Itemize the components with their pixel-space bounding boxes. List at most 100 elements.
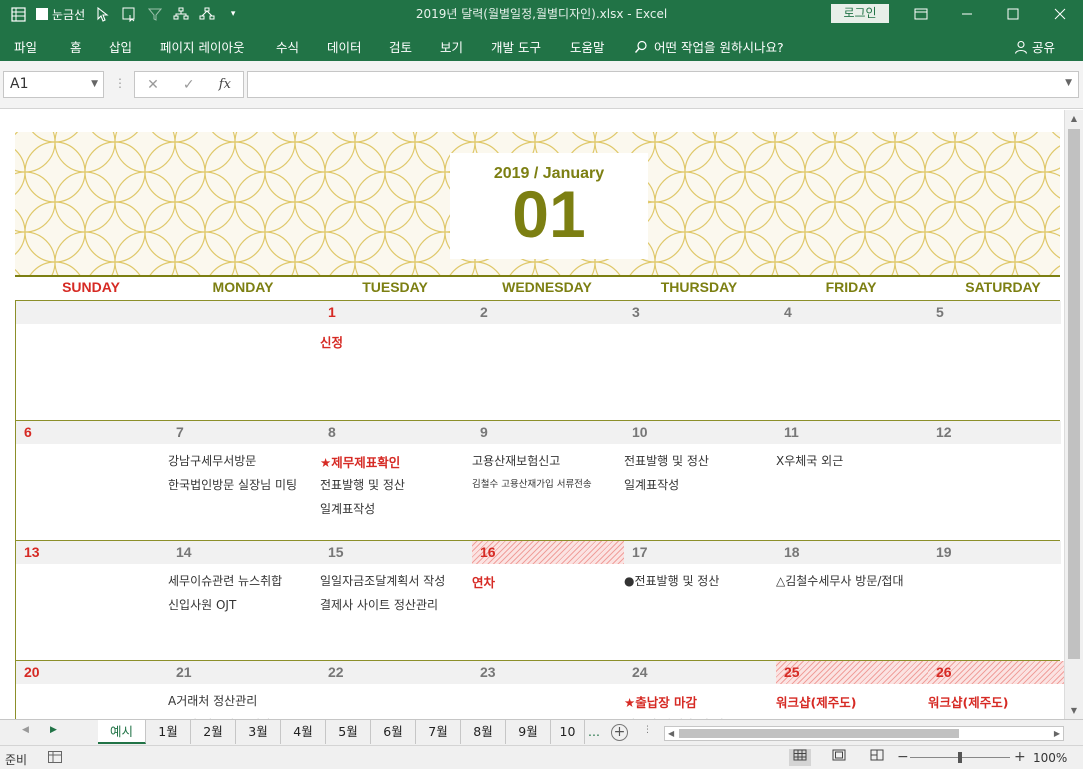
tab-insert[interactable]: 삽입 — [109, 37, 132, 56]
org-chart-icon[interactable] — [173, 6, 189, 22]
vertical-scroll-thumb[interactable] — [1068, 129, 1080, 659]
calendar-day-cell[interactable]: 11 X우체국 외근 — [776, 421, 928, 541]
calendar-day-cell[interactable]: 10 전표발행 및 정산 일계표작성 — [624, 421, 776, 541]
gridlines-toggle[interactable]: 눈금선 — [36, 6, 85, 23]
tab-page-layout[interactable]: 페이지 레이아웃 — [160, 37, 244, 56]
calendar-day-cell[interactable]: 12 — [928, 421, 1064, 541]
sheet-tab[interactable]: 3월 — [236, 720, 281, 744]
calendar-event[interactable]: 한국법인방문 실장님 미팅 — [168, 476, 320, 493]
sheet-tab[interactable]: 7월 — [416, 720, 461, 744]
scroll-right-icon[interactable]: ▶ — [1054, 727, 1060, 740]
tab-review[interactable]: 검토 — [389, 37, 412, 56]
tab-data[interactable]: 데이터 — [327, 37, 362, 56]
zoom-slider-knob[interactable] — [958, 752, 962, 763]
calendar-day-cell[interactable]: 8 ★제무제표확인 전표발행 및 정산 일계표작성 — [320, 421, 472, 541]
selection-pane-icon[interactable] — [121, 6, 137, 22]
sheet-tab[interactable]: 1월 — [146, 720, 191, 744]
vertical-ellipsis-icon[interactable]: ⋮ — [114, 76, 126, 90]
calendar-day-cell[interactable]: 2 — [472, 301, 624, 421]
calendar-day-cell[interactable]: 16 연차 — [472, 541, 624, 661]
next-sheet-icon[interactable]: ▶ — [50, 725, 57, 735]
close-icon[interactable] — [1037, 0, 1083, 28]
sheet-view-icon[interactable] — [10, 6, 26, 22]
calendar-day-cell[interactable]: 14 세무이슈관련 뉴스취합 신입사원 OJT — [168, 541, 320, 661]
calendar-event[interactable]: 일계표작성 — [320, 500, 472, 517]
calendar-event[interactable]: ★출납장 마감 — [624, 692, 776, 711]
prev-sheet-icon[interactable]: ◀ — [22, 725, 29, 735]
sheet-tab[interactable]: 10 — [551, 720, 585, 744]
more-sheets-button[interactable]: ... — [583, 720, 605, 744]
calendar-day-cell[interactable]: 18 △김철수세무사 방문/접대 — [776, 541, 928, 661]
sheet-tab[interactable]: 8월 — [461, 720, 506, 744]
macro-record-icon[interactable] — [48, 751, 62, 763]
calendar-event[interactable]: 세무이슈관련 뉴스취합 — [168, 572, 320, 589]
calendar-day-cell[interactable]: 21A거래처 정산관리●1월 체피데이 행사준비 — [168, 661, 320, 719]
calendar-event[interactable]: 김철수 고용산재가입 서류전송 — [472, 476, 624, 490]
calendar-event[interactable]: 신입사원 OJT — [168, 596, 320, 613]
calendar-event[interactable]: A거래처 정산관리 — [168, 692, 320, 709]
calendar-event[interactable]: 워크샵(제주도) — [928, 692, 1064, 711]
normal-view-icon[interactable] — [789, 749, 811, 766]
calendar-day-cell[interactable]: 6 — [16, 421, 168, 541]
login-button[interactable]: 로그인 — [831, 4, 889, 23]
calendar-day-cell[interactable]: 22 — [320, 661, 472, 719]
calendar-day-cell[interactable] — [168, 301, 320, 421]
calendar-day-cell[interactable]: 23 — [472, 661, 624, 719]
select-pointer-icon[interactable] — [95, 6, 111, 22]
tab-developer[interactable]: 개발 도구 — [491, 37, 541, 56]
tab-view[interactable]: 보기 — [440, 37, 463, 56]
zoom-in-icon[interactable]: + — [1014, 749, 1026, 765]
formula-input[interactable]: ▼ — [247, 71, 1079, 98]
sheet-tab[interactable]: 9월 — [506, 720, 551, 744]
maximize-icon[interactable] — [990, 0, 1036, 28]
sheet-tab[interactable]: 4월 — [281, 720, 326, 744]
calendar-day-cell[interactable]: 9 고용산재보험신고 김철수 고용산재가입 서류전송 — [472, 421, 624, 541]
name-box[interactable]: A1 ▼ — [3, 71, 104, 98]
calendar-event[interactable]: X우체국 외근 — [776, 452, 928, 469]
calendar-day-cell[interactable]: 25워크샵(제주도)1박2일 — [776, 661, 928, 719]
insert-function-button[interactable]: fx — [219, 77, 231, 92]
calendar-event[interactable]: 강남구세무서방문 — [168, 452, 320, 469]
page-break-view-icon[interactable] — [866, 749, 888, 766]
tab-home[interactable]: 홈 — [70, 37, 82, 56]
sheet-tab[interactable]: 2월 — [191, 720, 236, 744]
calendar-day-cell[interactable]: 24★출납장 마감매입장 발행 확인 정산 — [624, 661, 776, 719]
cancel-entry-icon[interactable]: ✕ — [147, 77, 159, 93]
calendar-event[interactable]: 연차 — [472, 572, 624, 591]
calendar-event[interactable]: 일계표작성 — [624, 476, 776, 493]
customize-toolbar-icon[interactable]: ▾ — [225, 6, 241, 22]
calendar-day-cell[interactable]: 20 — [16, 661, 168, 719]
calendar-event[interactable]: 워크샵(제주도) — [776, 692, 928, 711]
scroll-down-icon[interactable]: ▼ — [1065, 702, 1083, 719]
calendar-day-cell[interactable]: 19 — [928, 541, 1064, 661]
zoom-out-icon[interactable]: − — [897, 749, 909, 765]
tab-file[interactable]: 파일 — [14, 37, 37, 56]
hierarchy-icon[interactable] — [199, 6, 215, 22]
calendar-event[interactable]: 전표발행 및 정산 — [624, 452, 776, 469]
confirm-entry-icon[interactable]: ✓ — [183, 77, 195, 93]
vertical-ellipsis-icon[interactable]: ⋮ — [643, 725, 652, 735]
tab-help[interactable]: 도움말 — [570, 37, 605, 56]
calendar-event[interactable]: 결제사 사이트 정산관리 — [320, 596, 472, 613]
calendar-day-cell[interactable]: 3 — [624, 301, 776, 421]
calendar-day-cell[interactable]: 4 — [776, 301, 928, 421]
calendar-day-cell[interactable]: 15 일일자금조달계획서 작성 결제사 사이트 정산관리 — [320, 541, 472, 661]
expand-formula-bar-icon[interactable]: ▼ — [1065, 78, 1072, 88]
calendar-day-cell[interactable] — [16, 301, 168, 421]
horizontal-scroll-thumb[interactable] — [679, 729, 959, 738]
calendar-day-cell[interactable]: 26 워크샵(제주도) — [928, 661, 1064, 719]
chevron-down-icon[interactable]: ▼ — [91, 72, 98, 97]
minimize-icon[interactable] — [944, 0, 990, 28]
calendar-event[interactable]: ★제무제표확인 — [320, 452, 472, 471]
calendar-event[interactable]: 전표발행 및 정산 — [320, 476, 472, 493]
calendar-day-cell[interactable]: 17 ●전표발행 및 정산 — [624, 541, 776, 661]
worksheet[interactable]: 2019 / January 01 SUNDAY MONDAY TUESDAY … — [0, 110, 1064, 719]
calendar-day-cell[interactable]: 13 — [16, 541, 168, 661]
calendar-day-cell[interactable]: 7 강남구세무서방문 한국법인방문 실장님 미팅 — [168, 421, 320, 541]
page-layout-view-icon[interactable] — [828, 749, 850, 766]
tell-me-search[interactable]: 어떤 작업을 원하시나요? — [634, 37, 784, 56]
calendar-day-cell[interactable]: 1 신정 — [320, 301, 472, 421]
calendar-event[interactable]: 고용산재보험신고 — [472, 452, 624, 469]
filter-icon[interactable] — [147, 6, 163, 22]
calendar-event[interactable]: 신정 — [320, 332, 472, 351]
